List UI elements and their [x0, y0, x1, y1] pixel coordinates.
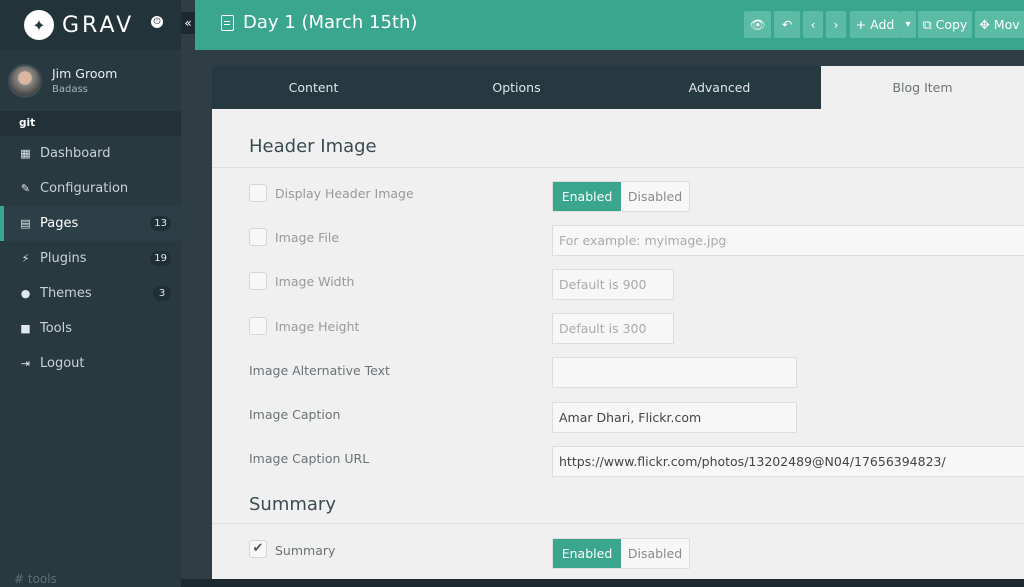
image-caption-url-input[interactable]: https://www.flickr.com/photos/13202489@N…: [552, 446, 1024, 477]
sidebar-item-pages[interactable]: ▤ Pages 13: [0, 206, 181, 241]
copy-button[interactable]: ⧉ Copy: [918, 11, 972, 38]
document-icon: [221, 14, 234, 31]
tab-blog-item[interactable]: Blog Item: [821, 66, 1024, 109]
sidebar-item-label: Themes: [40, 286, 92, 301]
disabled-option[interactable]: Disabled: [621, 182, 689, 211]
sidebar-item-logout[interactable]: ⇥ Logout: [0, 346, 181, 381]
summary-label: Summary: [275, 543, 336, 558]
add-button[interactable]: + Add: [850, 11, 900, 38]
power-icon[interactable]: ⏻: [151, 16, 163, 28]
image-height-input[interactable]: Default is 300: [552, 313, 674, 344]
site-name: git: [0, 112, 181, 136]
count-badge: 3: [153, 286, 171, 301]
image-width-input[interactable]: Default is 900: [552, 269, 674, 300]
display-header-image-checkbox[interactable]: [249, 184, 267, 202]
plug-icon: ⚡: [21, 252, 30, 265]
image-file-label: Image File: [275, 230, 340, 245]
disabled-option[interactable]: Disabled: [621, 539, 689, 568]
move-button[interactable]: ✥ Mov: [975, 11, 1024, 38]
previous-page-button[interactable]: ‹: [803, 11, 823, 38]
section-title-header-image: Header Image: [249, 136, 377, 157]
user-name: Jim Groom: [52, 66, 118, 81]
summary-checkbox[interactable]: ✔: [249, 540, 267, 558]
grid-icon: ▦: [20, 147, 31, 160]
page-title-text: Day 1 (March 15th): [243, 12, 418, 33]
display-header-image-label: Display Header Image: [275, 186, 414, 201]
sign-out-icon: ⇥: [20, 357, 31, 370]
next-page-button[interactable]: ›: [826, 11, 846, 38]
enabled-option[interactable]: Enabled: [553, 182, 621, 211]
sidebar-item-label: Configuration: [40, 181, 129, 196]
summary-toggle: Enabled Disabled: [552, 538, 690, 569]
sidebar-footer: # tools: [14, 572, 57, 586]
enabled-option[interactable]: Enabled: [553, 539, 621, 568]
add-dropdown-caret[interactable]: ▾: [900, 11, 916, 38]
display-header-image-toggle: Enabled Disabled: [552, 181, 690, 212]
briefcase-icon: ■: [20, 322, 31, 335]
sidebar-item-label: Plugins: [40, 251, 87, 266]
image-caption-url-label: Image Caption URL: [249, 451, 370, 466]
divider: [212, 167, 1024, 168]
status-strip: [181, 579, 1024, 587]
sidebar-item-dashboard[interactable]: ▦ Dashboard: [0, 136, 181, 171]
image-height-label: Image Height: [275, 319, 360, 334]
sidebar-item-label: Logout: [40, 356, 85, 371]
divider: [212, 523, 1024, 524]
tab-options[interactable]: Options: [415, 66, 618, 109]
app-name: GRAV: [62, 12, 135, 38]
sidebar-item-tools[interactable]: ■ Tools: [0, 311, 181, 346]
user-profile[interactable]: Jim Groom Badass: [0, 50, 181, 112]
collapse-sidebar-button[interactable]: «: [181, 12, 195, 34]
sidebar-item-label: Tools: [40, 321, 73, 336]
avatar: [8, 63, 42, 98]
image-height-checkbox[interactable]: [249, 317, 267, 335]
page-title: Day 1 (March 15th): [221, 12, 417, 33]
section-title-summary: Summary: [249, 494, 336, 515]
sidebar: ✦ GRAV ⏻ Jim Groom Badass git ▦ Dashboar…: [0, 0, 181, 587]
page-editor: Content Options Advanced Blog Item Heade…: [212, 66, 1024, 587]
image-caption-input[interactable]: Amar Dhari, Flickr.com: [552, 402, 797, 433]
drop-icon: ●: [20, 287, 31, 300]
tab-advanced[interactable]: Advanced: [618, 66, 821, 109]
tab-content[interactable]: Content: [212, 66, 415, 109]
image-alt-text-label: Image Alternative Text: [249, 363, 390, 378]
grav-logo-icon: ✦: [24, 10, 54, 40]
sidebar-item-themes[interactable]: ● Themes 3: [0, 276, 181, 311]
count-badge: 13: [150, 216, 171, 231]
sidebar-item-label: Dashboard: [40, 146, 111, 161]
image-width-label: Image Width: [275, 274, 355, 289]
sidebar-item-configuration[interactable]: ✎ Configuration: [0, 171, 181, 206]
wrench-icon: ✎: [20, 182, 31, 195]
image-width-checkbox[interactable]: [249, 272, 267, 290]
preview-button[interactable]: 👁: [744, 11, 771, 38]
user-role: Badass: [52, 84, 88, 95]
back-button[interactable]: ↶: [774, 11, 800, 38]
image-file-checkbox[interactable]: [249, 228, 267, 246]
sidebar-item-label: Pages: [40, 216, 79, 231]
sidebar-item-plugins[interactable]: ⚡ Plugins 19: [0, 241, 181, 276]
file-icon: ▤: [20, 217, 31, 230]
count-badge: 19: [150, 251, 171, 266]
editor-tabs: Content Options Advanced Blog Item: [212, 66, 1024, 109]
image-caption-label: Image Caption: [249, 407, 341, 422]
topbar: Day 1 (March 15th) 👁 ↶ ‹ › + Add ▾ ⧉ Cop…: [195, 0, 1024, 50]
image-alt-text-input[interactable]: [552, 357, 797, 388]
logo[interactable]: ✦ GRAV ⏻: [0, 0, 181, 50]
image-file-input[interactable]: For example: myimage.jpg: [552, 225, 1024, 256]
